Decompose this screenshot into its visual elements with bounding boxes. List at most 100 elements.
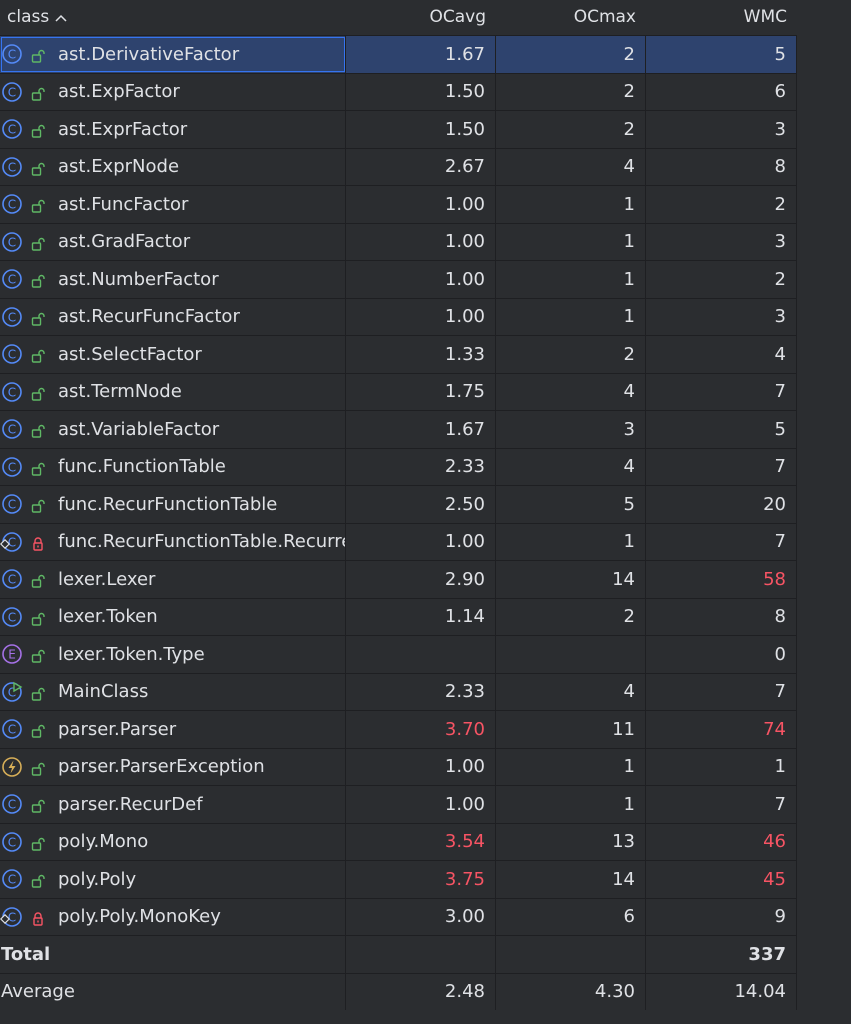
open-lock-icon — [31, 272, 45, 288]
class-name: MainClass — [58, 681, 149, 703]
class-name: ast.NumberFactor — [58, 268, 219, 290]
svg-text:C: C — [8, 460, 16, 474]
column-header-wmc[interactable]: WMC — [646, 0, 797, 35]
table-row[interactable]: Cast.ExpFactor 1.50 2 6 — [0, 72, 797, 110]
total-ocavg — [346, 936, 496, 973]
class-icon: C — [1, 718, 23, 740]
class-cell: Elexer.Token.Type — [0, 636, 346, 673]
table-row[interactable]: Elexer.Token.Type 0 — [0, 635, 797, 673]
ocavg-cell: 3.70 — [346, 711, 496, 748]
class-name: func.FunctionTable — [58, 456, 226, 478]
ocavg-cell: 2.67 — [346, 148, 496, 185]
table-row[interactable]: Cast.RecurFuncFactor 1.00 1 3 — [0, 297, 797, 335]
column-header-ocmax[interactable]: OCmax — [496, 0, 646, 35]
class-name: parser.RecurDef — [58, 793, 203, 815]
total-row[interactable]: Total 337 — [0, 935, 797, 973]
ocavg-cell: 1.75 — [346, 373, 496, 410]
open-lock-icon — [31, 385, 45, 401]
class-cell: Cast.TermNode — [0, 373, 346, 410]
class-cell: Cast.ExprNode — [0, 148, 346, 185]
wmc-cell: 58 — [646, 561, 797, 598]
class-icon: C — [1, 831, 23, 853]
ocmax-cell: 5 — [496, 486, 646, 523]
class-name: ast.ExpFactor — [58, 81, 180, 103]
class-name: lexer.Token — [58, 606, 158, 628]
ocavg-cell: 3.54 — [346, 823, 496, 860]
wmc-cell: 7 — [646, 786, 797, 823]
ocmax-cell: 6 — [496, 898, 646, 935]
column-header-ocavg[interactable]: OCavg — [346, 0, 496, 35]
class-cell: Cast.SelectFactor — [0, 336, 346, 373]
class-icon: C — [1, 381, 23, 403]
table-row[interactable]: Cpoly.Poly.MonoKey 3.00 6 9 — [0, 897, 797, 935]
ocmax-cell: 2 — [496, 111, 646, 148]
class-name: parser.Parser — [58, 718, 177, 740]
ocmax-cell: 2 — [496, 598, 646, 635]
wmc-cell: 8 — [646, 148, 797, 185]
class-name: ast.VariableFactor — [58, 418, 220, 440]
wmc-cell: 6 — [646, 73, 797, 110]
ocmax-cell: 11 — [496, 711, 646, 748]
class-name: poly.Mono — [58, 831, 149, 853]
average-ocmax: 4.30 — [496, 973, 646, 1010]
ocmax-cell: 13 — [496, 823, 646, 860]
open-lock-icon — [31, 122, 45, 138]
table-row[interactable]: Cast.ExprNode 2.67 4 8 — [0, 147, 797, 185]
table-row[interactable]: Cast.DerivativeFactor 1.67 2 5 — [0, 35, 797, 73]
table-row[interactable]: Cast.VariableFactor 1.67 3 5 — [0, 410, 797, 448]
class-icon: C — [1, 868, 23, 890]
open-lock-icon — [31, 347, 45, 363]
open-lock-icon — [31, 610, 45, 626]
svg-text:C: C — [8, 723, 16, 737]
table-row[interactable]: parser.ParserException 1.00 1 1 — [0, 747, 797, 785]
ocavg-cell: 1.00 — [346, 786, 496, 823]
class-cell: Cfunc.RecurFunctionTable.Recurrer — [0, 523, 346, 560]
total-label: Total — [0, 936, 346, 973]
table-row[interactable]: Cfunc.FunctionTable 2.33 4 7 — [0, 447, 797, 485]
ocavg-cell — [346, 636, 496, 673]
ocmax-cell: 1 — [496, 786, 646, 823]
table-row[interactable]: Cast.GradFactor 1.00 1 3 — [0, 222, 797, 260]
table-row[interactable]: C MainClass 2.33 4 7 — [0, 672, 797, 710]
class-name: ast.SelectFactor — [58, 343, 202, 365]
class-cell: C MainClass — [0, 673, 346, 710]
table-row[interactable]: Cast.NumberFactor 1.00 1 2 — [0, 260, 797, 298]
ocavg-cell: 1.00 — [346, 523, 496, 560]
table-row[interactable]: Cpoly.Poly 3.75 14 45 — [0, 860, 797, 898]
total-wmc: 337 — [646, 936, 797, 973]
ocavg-cell: 1.14 — [346, 598, 496, 635]
open-lock-icon — [31, 47, 45, 63]
table-row[interactable]: Cast.ExprFactor 1.50 2 3 — [0, 110, 797, 148]
table-row[interactable]: Cast.FuncFactor 1.00 1 2 — [0, 185, 797, 223]
table-row[interactable]: Clexer.Lexer 2.90 14 58 — [0, 560, 797, 598]
svg-text:E: E — [8, 648, 16, 662]
ocavg-cell: 1.00 — [346, 186, 496, 223]
class-icon: C — [1, 568, 23, 590]
class-cell: Cast.VariableFactor — [0, 411, 346, 448]
table-row[interactable]: Cpoly.Mono 3.54 13 46 — [0, 822, 797, 860]
class-cell: Cast.ExprFactor — [0, 111, 346, 148]
class-icon: C — [1, 306, 23, 328]
ocmax-cell: 2 — [496, 336, 646, 373]
table-row[interactable]: Cparser.Parser 3.70 11 74 — [0, 710, 797, 748]
class-cell: Cast.DerivativeFactor — [0, 36, 346, 73]
table-row[interactable]: Cfunc.RecurFunctionTable.Recurrer 1.00 1 7 — [0, 522, 797, 560]
wmc-cell: 3 — [646, 298, 797, 335]
ocmax-cell: 4 — [496, 373, 646, 410]
open-lock-icon — [31, 760, 45, 776]
main-class-icon: C — [1, 681, 23, 703]
table-row[interactable]: Cast.SelectFactor 1.33 2 4 — [0, 335, 797, 373]
open-lock-icon — [31, 835, 45, 851]
svg-text:C: C — [8, 160, 16, 174]
average-row[interactable]: Average 2.48 4.30 14.04 — [0, 972, 797, 1010]
open-lock-icon — [31, 197, 45, 213]
column-header-class[interactable]: class — [0, 0, 346, 35]
table-row[interactable]: Cparser.RecurDef 1.00 1 7 — [0, 785, 797, 823]
svg-text:C: C — [8, 123, 16, 137]
table-row[interactable]: Clexer.Token 1.14 2 8 — [0, 597, 797, 635]
table-row[interactable]: Cfunc.RecurFunctionTable 2.50 5 20 — [0, 485, 797, 523]
class-cell: Cast.ExpFactor — [0, 73, 346, 110]
open-lock-icon — [31, 797, 45, 813]
class-cell: Clexer.Token — [0, 598, 346, 635]
table-row[interactable]: Cast.TermNode 1.75 4 7 — [0, 372, 797, 410]
